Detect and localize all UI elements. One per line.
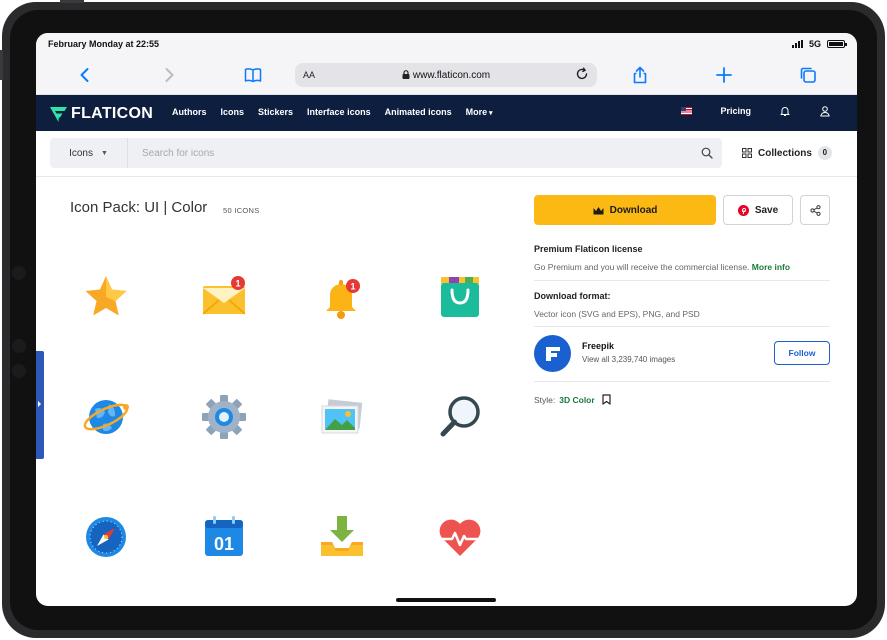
bookmark-icon[interactable] (602, 394, 611, 405)
calendar-icon[interactable]: 01 (184, 497, 264, 577)
device-sensor-dot (12, 339, 26, 353)
collections-count: 0 (817, 146, 832, 160)
grid-icon (742, 148, 752, 158)
crown-icon (593, 206, 604, 214)
style-link[interactable]: 3D Color (559, 395, 594, 405)
star-icon[interactable] (66, 257, 146, 337)
save-button[interactable]: Save (723, 195, 793, 225)
heartbeat-icon[interactable] (420, 497, 500, 577)
network-label: 5G (808, 39, 821, 49)
download-tray-icon[interactable] (302, 497, 382, 577)
logo-text: FLATICON (71, 105, 154, 122)
status-datetime: February Monday at 22:55 (48, 39, 160, 49)
forward-icon[interactable] (159, 65, 179, 85)
icon-count: 50 ICONS (223, 206, 260, 215)
signal-icon (791, 40, 803, 48)
us-flag-icon[interactable] (681, 107, 693, 115)
collections-label: Collections (758, 147, 812, 159)
collections-button[interactable]: Collections 0 (742, 146, 832, 160)
lock-icon (402, 69, 410, 79)
compass-icon[interactable] (66, 497, 146, 577)
search-input[interactable] (128, 138, 692, 168)
browser-toolbar: AA www.flaticon.com (36, 55, 857, 95)
freepik-logo-icon (545, 346, 560, 361)
nav-link-authors[interactable]: Authors (172, 107, 207, 117)
search-row: Icons ▼ Collections 0 (36, 131, 857, 177)
magnifier-icon[interactable] (420, 377, 500, 457)
bell-badge-count: 1 (350, 282, 355, 292)
style-label: Style: (534, 394, 556, 405)
nav-links: Authors Icons Stickers Interface icons A… (172, 107, 493, 117)
share-icon[interactable] (630, 65, 650, 85)
license-text: Go Premium and you will receive the comm… (534, 262, 790, 272)
tabs-overview-icon[interactable] (798, 65, 818, 85)
save-label: Save (754, 204, 779, 216)
calendar-day: 01 (214, 534, 234, 554)
bookmarks-icon[interactable] (243, 65, 263, 85)
shopping-bag-icon[interactable] (420, 257, 500, 337)
pack-content: Icon Pack: UI | Color 50 ICONS 1 1 01 Do… (36, 177, 857, 606)
author-images-link[interactable]: View all 3,239,740 images (582, 355, 675, 364)
gallery-icon[interactable] (302, 377, 382, 457)
follow-button[interactable]: Follow (774, 341, 830, 365)
new-tab-icon[interactable] (714, 65, 734, 85)
url-display[interactable]: www.flaticon.com (295, 70, 597, 81)
divider (534, 280, 830, 281)
share-nodes-icon (809, 204, 821, 216)
bell-notification-icon[interactable]: 1 (302, 257, 382, 337)
nav-link-animated-icons[interactable]: Animated icons (385, 107, 452, 117)
search-category-select[interactable]: Icons ▼ (50, 138, 128, 168)
license-description: Go Premium and you will receive the comm… (534, 262, 750, 272)
nav-link-stickers[interactable]: Stickers (258, 107, 293, 117)
status-bar: February Monday at 22:55 5G (36, 33, 857, 55)
download-button[interactable]: Download (534, 195, 716, 225)
home-indicator[interactable] (396, 598, 496, 602)
flaticon-logo-icon (50, 106, 67, 122)
screen: February Monday at 22:55 5G AA www.flati… (36, 33, 857, 606)
device-sensor-dot (12, 266, 26, 280)
divider (534, 381, 830, 382)
nav-right: Pricing (681, 105, 831, 117)
flaticon-logo[interactable]: FLATICON (50, 105, 153, 123)
license-title: Premium Flaticon license (534, 244, 643, 254)
back-icon[interactable] (75, 65, 95, 85)
device-top-button (60, 0, 84, 3)
globe-icon[interactable] (66, 377, 146, 457)
author-avatar[interactable] (534, 335, 571, 372)
sidebar-pull-tab[interactable] (36, 351, 44, 459)
divider (534, 326, 830, 327)
status-right: 5G (791, 39, 847, 49)
search-category-label: Icons (69, 147, 93, 159)
address-bar[interactable]: AA www.flaticon.com (295, 63, 597, 87)
user-icon[interactable] (819, 105, 831, 117)
device-sensor-dot (12, 364, 26, 378)
pinterest-icon (737, 204, 749, 216)
format-title: Download format: (534, 291, 611, 301)
nav-link-icons[interactable]: Icons (221, 107, 245, 117)
reload-icon[interactable] (575, 67, 589, 81)
bell-icon[interactable] (779, 105, 791, 117)
gear-icon[interactable] (184, 377, 264, 457)
battery-icon (827, 40, 847, 48)
nav-link-more[interactable]: More (466, 107, 493, 117)
download-label: Download (609, 204, 658, 216)
url-text: www.flaticon.com (412, 69, 491, 81)
device-volume-button (0, 50, 3, 80)
mail-notification-icon[interactable]: 1 (184, 257, 264, 337)
more-info-link[interactable]: More info (752, 262, 790, 272)
pricing-link[interactable]: Pricing (720, 106, 751, 116)
share-button[interactable] (800, 195, 830, 225)
site-navbar: FLATICON Authors Icons Stickers Interfac… (36, 95, 857, 131)
nav-link-interface-icons[interactable]: Interface icons (307, 107, 371, 117)
mail-badge-count: 1 (235, 279, 240, 289)
search-icon[interactable] (692, 147, 722, 159)
page-title: Icon Pack: UI | Color (70, 199, 208, 216)
search-box: Icons ▼ (50, 138, 722, 168)
style-row: Style: 3D Color (534, 394, 611, 405)
author-name[interactable]: Freepik (582, 341, 614, 351)
format-text: Vector icon (SVG and EPS), PNG, and PSD (534, 309, 700, 319)
caret-down-icon: ▼ (100, 149, 108, 157)
